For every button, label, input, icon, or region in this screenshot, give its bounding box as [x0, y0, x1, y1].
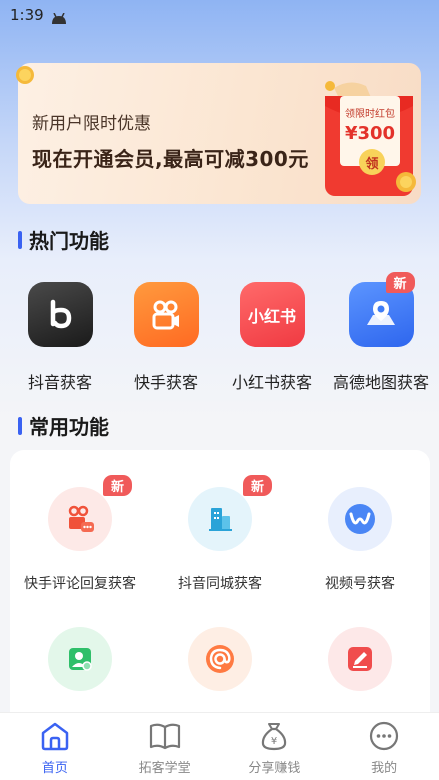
svg-text:¥: ¥: [271, 736, 277, 747]
hot-item-douyin[interactable]: 抖音获客: [15, 282, 105, 393]
android-icon: [50, 10, 68, 29]
status-bar: 1:39: [0, 0, 439, 32]
common-item-label: 抖音同城获客: [178, 576, 262, 592]
tab-label: 首页: [41, 761, 68, 776]
profile-icon: [329, 720, 439, 752]
hot-item-label: 小红书获客: [231, 373, 312, 392]
section-accent-bar: [18, 230, 22, 249]
hot-item-xiaohongshu[interactable]: 小红书 小红书获客: [227, 282, 317, 393]
new-badge: 新: [243, 475, 273, 496]
common-item-label: 视频号获客: [325, 576, 395, 592]
new-badge: 新: [103, 475, 133, 496]
common-section-title-text: 常用功能: [29, 415, 109, 439]
tab-label: 分享赚钱: [248, 761, 301, 776]
xiaohongshu-icon: 小红书: [239, 282, 305, 347]
hot-item-amap[interactable]: 新 高德地图获客: [326, 272, 436, 393]
tab-home[interactable]: 首页: [0, 713, 110, 780]
edit-note-icon: [328, 627, 392, 691]
tab-label: 拓客学堂: [138, 761, 191, 776]
hot-section-title-text: 热门功能: [29, 229, 109, 253]
xiaohongshu-logo-text: 小红书: [247, 306, 296, 326]
bottom-tab-bar: 首页 拓客学堂 ¥ 分享赚钱 我的: [0, 712, 439, 780]
hot-item-label: 高德地图获客: [332, 373, 429, 392]
tab-academy[interactable]: 拓客学堂: [110, 713, 220, 780]
douyin-icon: [27, 282, 93, 347]
common-item-douyin-city[interactable]: 新 抖音同城获客: [150, 475, 290, 593]
banner-headline: 现在开通会员,最高可减300元: [32, 147, 309, 171]
section-accent-bar: [18, 416, 22, 435]
tab-profile[interactable]: 我的: [329, 713, 439, 780]
envelope-amount: ¥300: [344, 123, 396, 144]
common-item-wechat-channels[interactable]: 视频号获客: [290, 487, 430, 593]
hot-section-title: 热门功能: [18, 225, 109, 254]
money-bag-icon: ¥: [220, 720, 330, 752]
city-building-icon: 新: [188, 475, 273, 551]
common-item-row2-3[interactable]: [290, 627, 430, 691]
tab-label: 我的: [371, 761, 398, 776]
hot-item-label: 快手获客: [133, 373, 198, 392]
envelope-claim-button[interactable]: 领: [359, 153, 385, 172]
hot-item-kuaishou[interactable]: 快手获客: [121, 282, 211, 393]
envelope-title: 领限时红包: [345, 109, 395, 120]
common-item-row2-1[interactable]: [10, 627, 150, 691]
tab-share-earn[interactable]: ¥ 分享赚钱: [220, 713, 330, 780]
new-badge: 新: [385, 272, 415, 293]
coin-icon: [14, 64, 36, 90]
common-functions-card: 新 快手评论回复获客 新 抖音同城获客 视频号获客: [10, 450, 430, 730]
amap-icon: 新: [348, 272, 415, 347]
common-item-row2-2[interactable]: [150, 627, 290, 691]
banner-subtitle: 新用户限时优惠: [32, 114, 151, 134]
book-icon: [110, 720, 220, 752]
common-section-title: 常用功能: [18, 411, 109, 440]
contact-card-icon: [48, 627, 112, 691]
hot-item-label: 抖音获客: [27, 373, 92, 392]
kuaishou-comment-icon: 新: [48, 475, 133, 551]
wechat-channels-icon: [328, 487, 392, 551]
status-time: 1:39: [10, 6, 44, 24]
common-item-label: 快手评论回复获客: [24, 576, 136, 592]
kuaishou-icon: [133, 282, 199, 347]
common-item-kuaishou-comment[interactable]: 新 快手评论回复获客: [10, 475, 150, 593]
home-icon: [0, 720, 110, 752]
promo-banner[interactable]: 新用户限时优惠 现在开通会员,最高可减300元 领限时红包 ¥300 领: [16, 63, 421, 204]
red-envelope-icon[interactable]: 领限时红包 ¥300 领: [320, 78, 420, 200]
at-mention-icon: [188, 627, 252, 691]
